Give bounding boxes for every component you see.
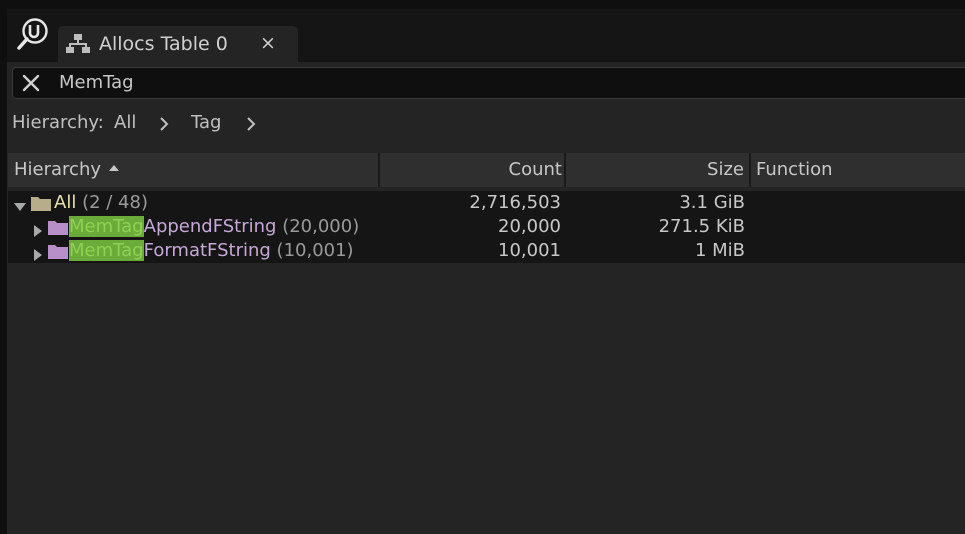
table-body: All (2 / 48) 2,716,503 3.1 GiB MemTagApp… <box>8 191 965 263</box>
expand-arrow-icon[interactable] <box>14 197 26 211</box>
row-name: FormatFString <box>143 240 271 261</box>
folder-icon <box>48 243 68 259</box>
search-value: MemTag <box>59 72 134 93</box>
table-row[interactable]: MemTagFormatFString (10,001) 10,001 1 Mi… <box>8 239 965 263</box>
row-detail: (2 / 48) <box>82 192 148 213</box>
folder-icon <box>31 195 51 211</box>
column-header-size[interactable]: Size <box>566 153 744 187</box>
breadcrumb-item-all[interactable]: All <box>114 112 136 133</box>
tab-allocs-table[interactable]: Allocs Table 0 × <box>58 26 298 62</box>
row-detail: (20,000) <box>282 216 360 237</box>
tab-title: Allocs Table 0 <box>99 33 228 55</box>
clear-search-icon[interactable] <box>21 73 41 93</box>
tree-table-icon <box>66 33 90 55</box>
row-size: 271.5 KiB <box>658 216 745 237</box>
expand-arrow-icon[interactable] <box>32 245 44 261</box>
search-input[interactable]: MemTag <box>12 67 965 99</box>
search-match-highlight: MemTag <box>69 216 144 237</box>
table-header: Hierarchy Count Size Function <box>8 153 965 187</box>
row-detail: (10,001) <box>276 240 354 261</box>
close-icon[interactable]: × <box>260 32 276 54</box>
row-size: 3.1 GiB <box>679 192 745 213</box>
column-header-count[interactable]: Count <box>380 153 562 187</box>
sort-ascending-icon <box>109 165 120 171</box>
panel-content <box>7 62 965 534</box>
unreal-logo-icon[interactable] <box>16 17 50 51</box>
breadcrumb-label: Hierarchy: <box>12 112 104 133</box>
table-row[interactable]: All (2 / 48) 2,716,503 3.1 GiB <box>8 191 965 215</box>
row-count: 2,716,503 <box>469 192 561 213</box>
breadcrumb-item-tag[interactable]: Tag <box>191 112 221 133</box>
row-size: 1 MiB <box>694 240 745 261</box>
row-name: All <box>54 192 77 213</box>
column-header-hierarchy[interactable]: Hierarchy <box>14 153 378 187</box>
folder-icon <box>48 219 68 235</box>
row-count: 20,000 <box>498 216 561 237</box>
chevron-right-icon[interactable] <box>245 113 257 140</box>
column-divider[interactable] <box>749 153 751 187</box>
table-row[interactable]: MemTagAppendFString (20,000) 20,000 271.… <box>8 215 965 239</box>
expand-arrow-icon[interactable] <box>32 221 44 237</box>
row-count: 10,001 <box>498 240 561 261</box>
chevron-right-icon[interactable] <box>158 113 170 140</box>
row-name: AppendFString <box>143 216 277 237</box>
search-match-highlight: MemTag <box>69 240 144 261</box>
column-header-function[interactable]: Function <box>756 153 956 187</box>
